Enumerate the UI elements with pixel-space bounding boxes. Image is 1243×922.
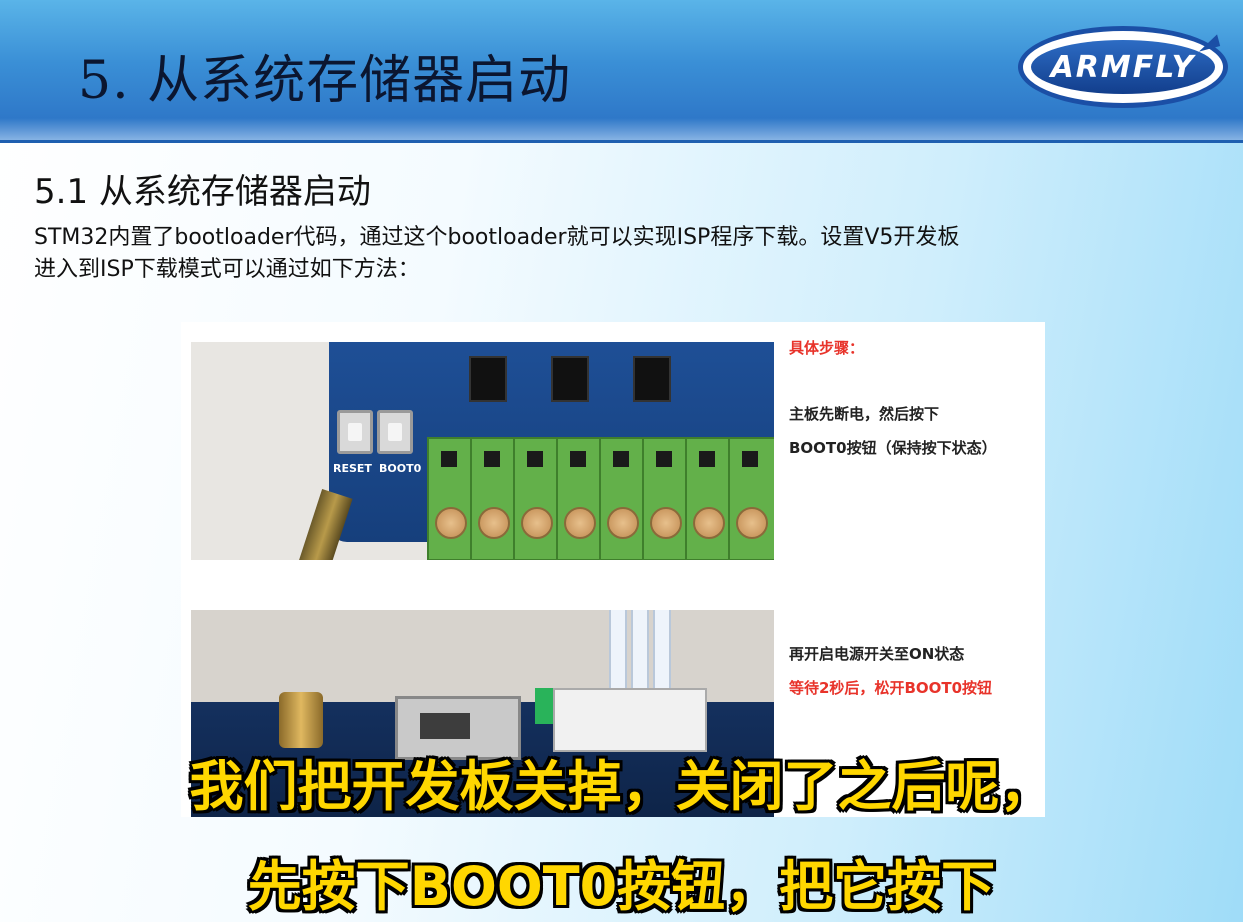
steps-heading: 具体步骤： (789, 339, 865, 357)
reset-label: RESET (333, 462, 372, 475)
ic-chip-icon (469, 356, 507, 402)
logo-swoosh-icon (1195, 34, 1221, 52)
ic-chip-icon (551, 356, 589, 402)
video-caption-line1: 我们把开发板关掉，关闭了之后呢， (189, 755, 1054, 818)
board-photo-buttons: RESET BOOT0 (191, 342, 774, 560)
step1-line1: 主板先断电，然后按下 (789, 405, 940, 423)
intro-text: STM32内置了bootloader代码，通过这个bootloader就可以实现… (34, 222, 1194, 286)
step2-line1: 再开启电源开关至ON状态 (789, 645, 965, 663)
intro-line-2: 进入到ISP下载模式可以通过如下方法： (34, 257, 420, 282)
step2-line2: 等待2秒后，松开BOOT0按钮 (789, 679, 993, 697)
video-caption-line2: 先按下BOOT0按钮，把它按下 (247, 855, 996, 918)
ic-chip-icon (633, 356, 671, 402)
reset-button-icon (337, 410, 373, 454)
boot0-label: BOOT0 (379, 462, 422, 475)
slide-title: 5. 从系统存储器启动 (78, 51, 572, 111)
slide-header: 5. 从系统存储器启动 ARMFLY (0, 0, 1243, 143)
step1-line2: BOOT0按钮（保持按下状态） (789, 439, 997, 457)
boot0-button-icon (377, 410, 413, 454)
logo-text: ARMFLY (1031, 40, 1215, 94)
terminal-block-icon (427, 437, 774, 560)
intro-line-1: STM32内置了bootloader代码，通过这个bootloader就可以实现… (34, 225, 960, 250)
armfly-logo: ARMFLY (1018, 26, 1228, 108)
section-subtitle: 5.1 从系统存储器启动 (34, 172, 371, 212)
brass-post-icon (279, 692, 323, 748)
